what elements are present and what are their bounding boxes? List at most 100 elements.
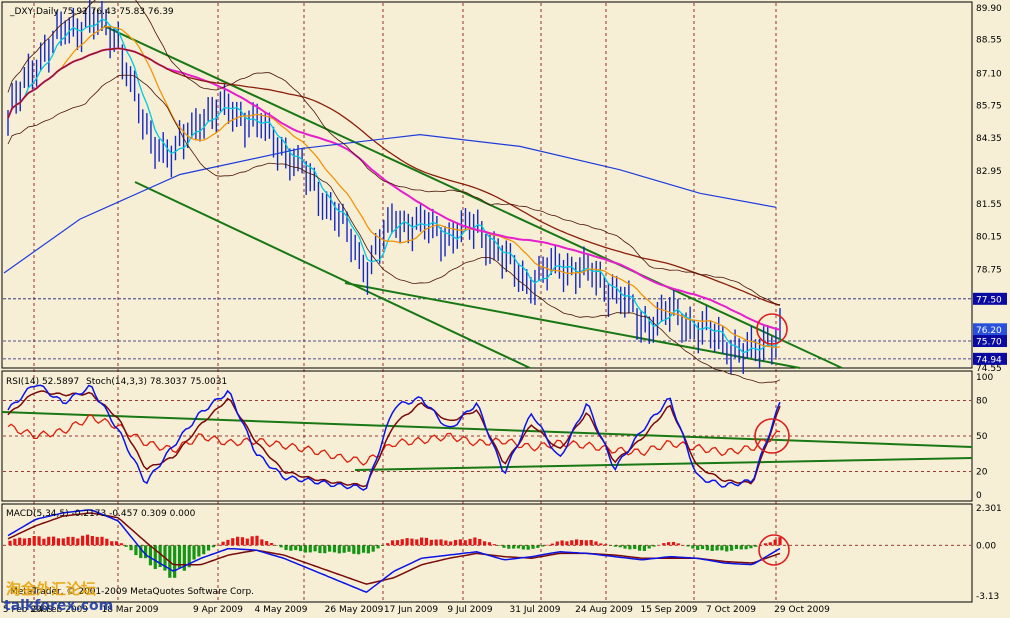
macd-histogram-bar (749, 545, 753, 549)
price-tick-label: 87.10 (976, 70, 1002, 80)
ohlc-values: 75.92 76.43 75.83 76.39 (62, 7, 174, 17)
macd-histogram-bar (81, 535, 85, 546)
macd-histogram-bar (696, 545, 700, 550)
macd-tick-label: 2.301 (976, 504, 1002, 514)
macd-histogram-bar (453, 539, 458, 546)
macd-histogram-bar (662, 543, 666, 546)
price-tag-label: 75.70 (976, 338, 1002, 348)
macd-histogram-bar (395, 540, 400, 546)
macd-histogram-bar (429, 539, 433, 546)
macd-histogram-bar (221, 541, 225, 546)
macd-histogram-bar (32, 536, 36, 546)
macd-histogram-bar (773, 539, 777, 546)
x-axis-label: 9 Jul 2009 (447, 605, 492, 615)
macd-histogram-bar (647, 545, 651, 549)
macd-histogram-bar (279, 545, 283, 548)
macd-histogram-bar (550, 543, 554, 546)
macd-histogram-bar (444, 540, 448, 546)
macd-histogram-bar (240, 537, 245, 546)
macd-histogram-bar (71, 536, 75, 546)
macd-histogram-bar (482, 541, 487, 546)
macd-histogram-bar (560, 540, 564, 546)
macd-histogram-bar (250, 536, 254, 546)
macd-histogram-bar (667, 542, 671, 546)
price-tag-label: 76.20 (976, 326, 1002, 336)
x-axis-label: 17 Jun 2009 (384, 605, 438, 615)
rsi-tick-label: 50 (976, 432, 988, 442)
macd-histogram-bar (729, 545, 734, 551)
macd-histogram-bar (541, 545, 545, 547)
macd-histogram-bar (710, 545, 714, 551)
macd-histogram-bar (129, 545, 133, 551)
macd-histogram-bar (628, 545, 632, 550)
macd-histogram-bar (652, 545, 656, 547)
trading-chart: 89.90 88.55 87.10 85.75 84.35 82.95 81.55 80.15… (0, 0, 1010, 618)
macd-histogram-bar (318, 545, 322, 554)
macd-histogram-bar (720, 545, 724, 551)
macd-histogram-bar (226, 539, 230, 546)
macd-histogram-bar (51, 536, 56, 546)
price-tick-label: 82.95 (976, 167, 1002, 177)
macd-histogram-bar (361, 545, 366, 553)
macd-histogram-bar (202, 545, 206, 555)
x-axis-label: 31 Jul 2009 (510, 605, 561, 615)
symbol-label: _DXY,Daily (9, 7, 59, 17)
macd-histogram-bar (105, 538, 109, 546)
macd-histogram-bar (56, 538, 61, 546)
macd-tick-label: -3.13 (976, 592, 999, 602)
macd-histogram-bar (420, 537, 424, 546)
macd-histogram-bar (42, 538, 46, 546)
macd-histogram-bar (216, 544, 220, 546)
macd-histogram-bar (449, 541, 453, 546)
macd-histogram-bar (371, 545, 375, 552)
macd-histogram-bar (507, 545, 511, 549)
macd-histogram-bar (37, 536, 41, 546)
macd-histogram-bar (197, 545, 201, 557)
macd-histogram-bar (90, 536, 94, 546)
macd-histogram-bar (357, 545, 361, 555)
macd-histogram-bar (85, 534, 90, 546)
macd-histogram-bar (18, 537, 22, 546)
macd-histogram-bar (478, 538, 482, 546)
macd-histogram-bar (439, 539, 443, 546)
macd-histogram-bar (294, 545, 298, 551)
macd-histogram-bar (754, 545, 758, 547)
macd-histogram-bar (376, 545, 380, 549)
macd-histogram-bar (531, 545, 535, 549)
price-tick-label: 80.15 (976, 233, 1002, 243)
rsi-tick-label: 20 (976, 467, 988, 477)
macd-histogram-bar (313, 545, 317, 552)
macd-histogram-bar (303, 545, 308, 553)
macd-histogram-bar (700, 545, 705, 550)
macd-histogram-bar (274, 545, 278, 546)
macd-histogram-bar (579, 539, 584, 546)
macd-histogram-bar (463, 540, 467, 546)
price-tick-label: 89.90 (976, 4, 1002, 14)
x-axis-label: 9 Apr 2009 (193, 605, 243, 615)
macd-histogram-bar (594, 541, 598, 546)
macd-histogram-bar (110, 541, 114, 546)
macd-histogram-bar (671, 541, 676, 546)
macd-histogram-bar (265, 541, 269, 546)
price-tick-label: 84.35 (976, 134, 1002, 144)
macd-histogram-bar (61, 538, 65, 546)
macd-histogram-bar (516, 545, 521, 549)
macd-histogram-bar (400, 539, 404, 546)
macd-histogram-bar (497, 545, 501, 546)
macd-histogram-bar (705, 545, 709, 551)
price-tick-label: 81.55 (976, 200, 1002, 210)
macd-histogram-bar (342, 545, 346, 553)
macd-histogram-bar (691, 545, 695, 549)
macd-histogram-bar (134, 545, 138, 556)
macd-histogram-bar (211, 545, 215, 548)
macd-histogram-bar (366, 545, 370, 554)
macd-histogram-bar (487, 542, 492, 546)
macd-histogram-bar (260, 539, 264, 546)
stoch-label: Stoch(14,3,3) 78.3037 75.0031 (86, 377, 227, 387)
rsi-label: RSI(14) 52.5897 (6, 377, 79, 387)
macd-histogram-bar (386, 543, 390, 546)
macd-histogram-bar (119, 543, 123, 546)
macd-histogram-bar (47, 536, 51, 546)
macd-histogram-bar (308, 545, 312, 553)
watermark-site: talkforex.com (4, 598, 114, 614)
